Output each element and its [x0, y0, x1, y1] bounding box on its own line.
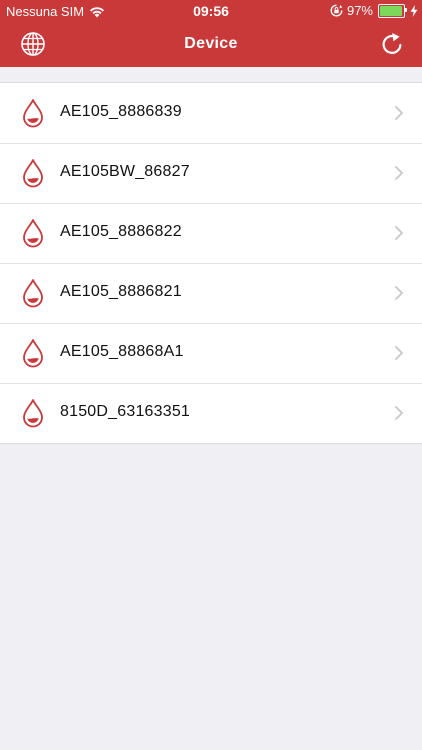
- blood-drop-icon: [23, 159, 43, 188]
- device-row-5[interactable]: AE105_88868A1: [0, 323, 422, 383]
- status-right: 97%: [330, 3, 418, 18]
- blood-drop-icon: [23, 279, 43, 308]
- chevron-right-icon: [395, 106, 403, 120]
- charging-bolt-icon: [410, 4, 418, 17]
- device-list: AE105_8886839 AE105BW_86827 AE105_888682…: [0, 82, 422, 444]
- battery-fill: [380, 5, 403, 16]
- chevron-right-icon: [395, 286, 403, 300]
- device-name: AE105BW_86827: [60, 163, 190, 180]
- device-row-3[interactable]: AE105_8886822: [0, 203, 422, 263]
- chevron-right-icon: [395, 406, 403, 420]
- page-title: Device: [184, 35, 238, 52]
- blood-drop-icon: [23, 219, 43, 248]
- device-name: AE105_8886821: [60, 283, 182, 300]
- device-row-4[interactable]: AE105_8886821: [0, 263, 422, 323]
- blood-drop-icon: [23, 99, 43, 128]
- header-bar: Nessuna SIM 09:56 97% Device: [0, 0, 422, 67]
- device-name: AE105_8886839: [60, 103, 182, 120]
- battery-icon: [378, 3, 407, 18]
- device-row-6[interactable]: 8150D_63163351: [0, 383, 422, 443]
- status-bar: Nessuna SIM 09:56 97%: [0, 0, 422, 22]
- chevron-right-icon: [395, 346, 403, 360]
- orientation-lock-icon: [330, 4, 343, 17]
- device-name: AE105_8886822: [60, 223, 182, 240]
- device-row-1[interactable]: AE105_8886839: [0, 83, 422, 143]
- chevron-right-icon: [395, 166, 403, 180]
- device-name: 8150D_63163351: [60, 403, 191, 420]
- blood-drop-icon: [23, 399, 43, 428]
- chevron-right-icon: [395, 226, 403, 240]
- device-name: AE105_88868A1: [60, 343, 184, 360]
- blood-drop-icon: [23, 339, 43, 368]
- device-row-2[interactable]: AE105BW_86827: [0, 143, 422, 203]
- battery-percent: 97%: [346, 3, 373, 18]
- refresh-icon[interactable]: [380, 31, 404, 57]
